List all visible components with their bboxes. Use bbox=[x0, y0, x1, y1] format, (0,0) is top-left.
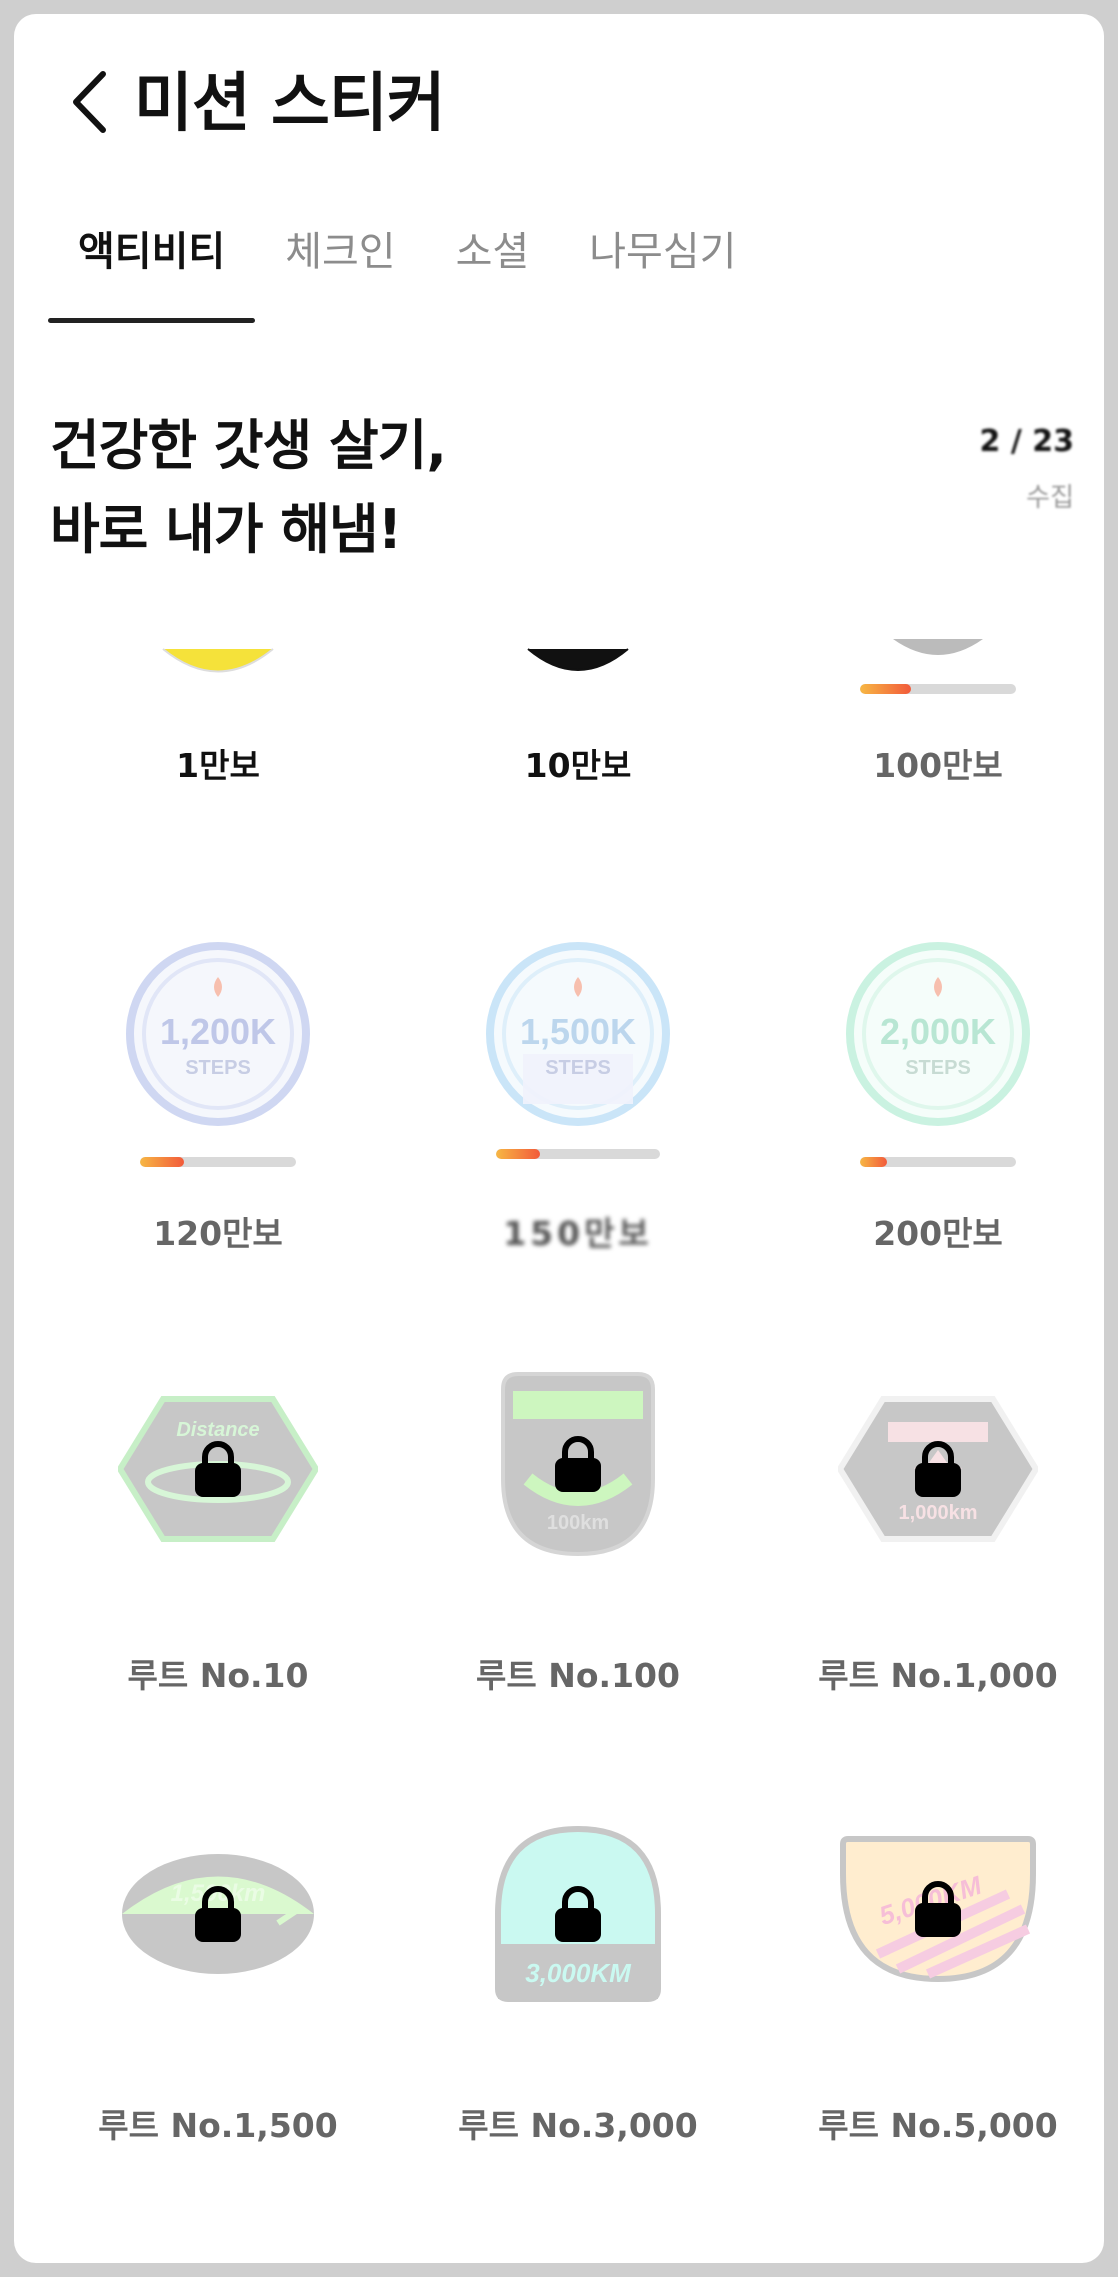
lock-icon bbox=[915, 1881, 961, 1937]
progress-fill bbox=[140, 1157, 184, 1167]
progress-fill bbox=[860, 1157, 887, 1167]
sticker-2-badge bbox=[527, 648, 629, 671]
sticker-label: 150만보 bbox=[503, 1214, 653, 1253]
lock-icon bbox=[195, 1441, 241, 1497]
tab-checkin[interactable]: 체크인 bbox=[255, 209, 425, 309]
sticker-1-badge bbox=[162, 648, 274, 673]
badge-text: Distance bbox=[176, 1419, 259, 1441]
locked-badge: 5,000KM bbox=[838, 1834, 1038, 1984]
sticker-label: 10만보 bbox=[524, 746, 632, 785]
progress-bar bbox=[140, 1157, 296, 1167]
sticker-label: 200만보 bbox=[873, 1214, 1003, 1253]
tab-tree-planting[interactable]: 나무심기 bbox=[559, 209, 766, 309]
badge-sub: STEPS bbox=[905, 1057, 971, 1079]
collection-count: 2 / 23 bbox=[979, 424, 1074, 459]
badge-text: 1,500K bbox=[520, 1011, 636, 1052]
sticker-label: 1만보 bbox=[176, 746, 260, 785]
progress-bar bbox=[860, 684, 1016, 694]
collection-label: 수집 bbox=[1026, 483, 1074, 513]
sticker-label: 루트 No.100 bbox=[476, 1656, 680, 1695]
tab-social[interactable]: 소셜 bbox=[426, 209, 560, 309]
badge-text: 1,000km bbox=[899, 1502, 978, 1524]
badge-text: 2,000K bbox=[880, 1011, 996, 1052]
locked-badge: 1,500km bbox=[118, 1849, 318, 1979]
sticker-label: 100만보 bbox=[873, 746, 1003, 785]
steps-2000k-badge: 2,000K STEPS bbox=[846, 942, 1030, 1126]
tab-activity[interactable]: 액티비티 bbox=[48, 209, 256, 323]
sticker-label: 루트 No.1,000 bbox=[818, 1656, 1058, 1695]
lock-icon bbox=[195, 1886, 241, 1942]
sticker-3-badge bbox=[893, 639, 983, 655]
lock-icon bbox=[915, 1441, 961, 1497]
sticker-label: 루트 No.3,000 bbox=[458, 2106, 698, 2145]
chevron-left-icon bbox=[73, 71, 106, 133]
collection-counter: 2 / 23 수집 bbox=[980, 424, 1074, 514]
tab-bar: 액티비티 체크인 소셜 나무심기 bbox=[48, 209, 766, 329]
steps-1200k-badge: 1,200K STEPS bbox=[126, 942, 310, 1126]
back-button[interactable] bbox=[58, 54, 118, 144]
sticker-label: 루트 No.10 bbox=[127, 1656, 309, 1695]
locked-badge: 1,000km bbox=[836, 1394, 1040, 1544]
locked-badge: 3,000KM bbox=[488, 1824, 668, 2004]
headline: 건강한 갓생 살기, 바로 내가 해냄! bbox=[50, 404, 447, 572]
badge-sub: STEPS bbox=[545, 1057, 611, 1079]
steps-1500k-badge: 1,500K STEPS bbox=[486, 942, 670, 1126]
progress-bar bbox=[860, 1157, 1016, 1167]
headline-line-1: 건강한 갓생 살기, bbox=[50, 414, 447, 477]
sticker-label: 루트 No.1,500 bbox=[98, 2106, 338, 2145]
mission-sticker-screen: 미션 스티커 액티비티 체크인 소셜 나무심기 건강한 갓생 살기, 바로 내가… bbox=[14, 14, 1104, 2263]
badge-text: 100km bbox=[547, 1512, 609, 1534]
sticker-label: 120만보 bbox=[153, 1214, 283, 1253]
badge-text: 3,000KM bbox=[525, 1958, 632, 1988]
lock-icon bbox=[555, 1436, 601, 1492]
progress-bar bbox=[496, 1149, 660, 1159]
progress-fill bbox=[860, 684, 912, 694]
locked-badge: Distance bbox=[116, 1394, 320, 1544]
badge-sub: STEPS bbox=[185, 1057, 251, 1079]
header: 미션 스티커 bbox=[14, 14, 1104, 164]
progress-fill bbox=[496, 1149, 541, 1159]
locked-badge: 100km bbox=[488, 1369, 668, 1559]
sticker-label: 루트 No.5,000 bbox=[818, 2106, 1058, 2145]
lock-icon bbox=[555, 1886, 601, 1942]
page-title: 미션 스티커 bbox=[134, 67, 446, 141]
badge-text: 1,200K bbox=[160, 1011, 276, 1052]
headline-line-2: 바로 내가 해냄! bbox=[50, 498, 402, 561]
